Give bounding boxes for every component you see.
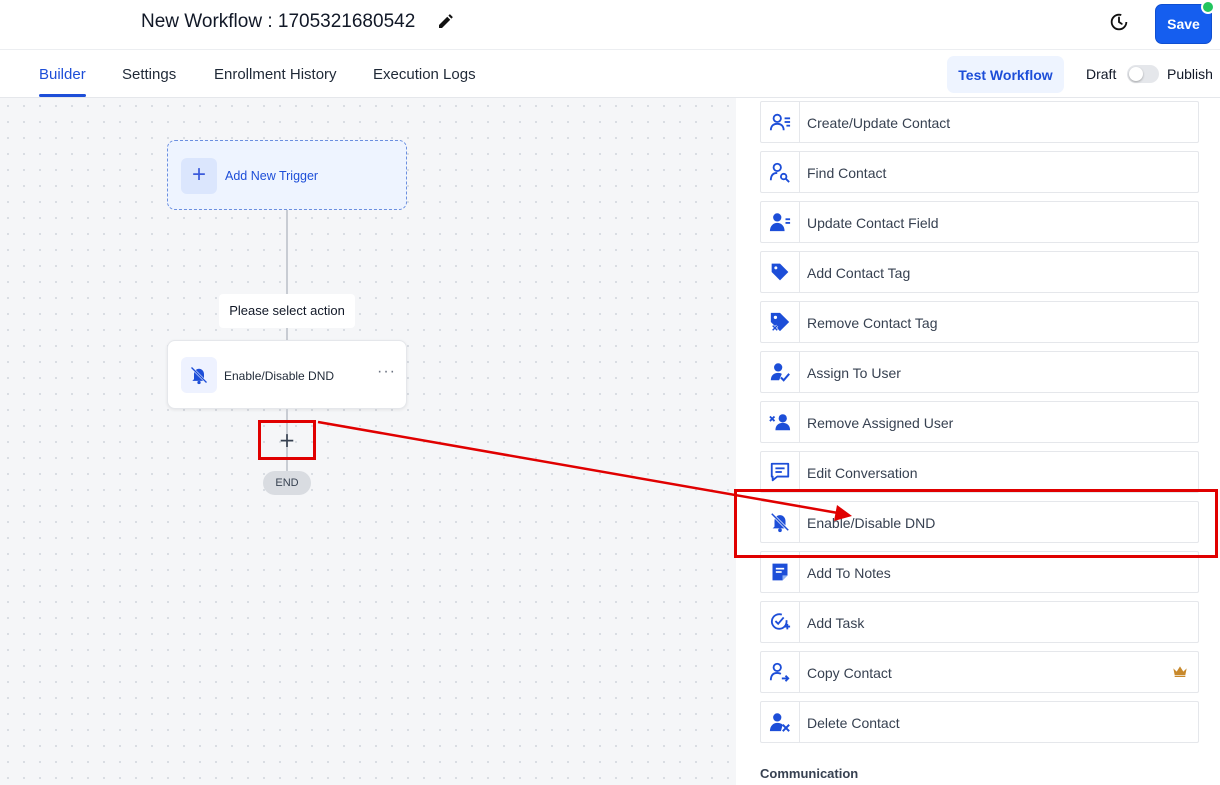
tab-execution-logs[interactable]: Execution Logs <box>373 66 476 83</box>
tab-enrollment-history[interactable]: Enrollment History <box>214 66 337 83</box>
copy-contact-icon <box>761 652 800 692</box>
action-item-label: Add Task <box>807 615 865 631</box>
action-item-copy-contact[interactable]: Copy Contact <box>760 651 1199 693</box>
header: New Workflow : 1705321680542 Save <box>0 0 1220 50</box>
bell-off-icon <box>181 357 217 393</box>
action-item-label: Add To Notes <box>807 565 891 581</box>
pencil-icon[interactable] <box>436 13 454 31</box>
action-item-label: Add Contact Tag <box>807 265 911 281</box>
crown-icon <box>1173 666 1187 677</box>
active-tab-indicator <box>39 94 86 97</box>
connector-line <box>286 328 288 340</box>
action-item-enable-disable-dnd[interactable]: Enable/Disable DND <box>760 501 1199 543</box>
action-item-assign-to-user[interactable]: Assign To User <box>760 351 1199 393</box>
add-action-button[interactable]: + <box>258 420 316 460</box>
workflow-title: New Workflow : 1705321680542 <box>141 11 416 32</box>
action-item-label: Copy Contact <box>807 665 892 681</box>
action-item-update-contact-field[interactable]: Update Contact Field <box>760 201 1199 243</box>
tag-icon <box>761 252 800 292</box>
action-item-find-contact[interactable]: Find Contact <box>760 151 1199 193</box>
history-icon[interactable] <box>1108 11 1130 33</box>
action-item-label: Assign To User <box>807 365 901 381</box>
add-trigger-label: Add New Trigger <box>225 169 319 183</box>
action-item-edit-conversation[interactable]: Edit Conversation <box>760 451 1199 493</box>
action-card-dnd[interactable]: Enable/Disable DND ··· <box>167 340 407 409</box>
contact-field-icon <box>761 202 800 242</box>
action-item-label: Create/Update Contact <box>807 115 951 131</box>
action-item-create-update-contact[interactable]: Create/Update Contact <box>760 101 1199 143</box>
bell-off-icon <box>761 502 800 542</box>
plus-icon: + <box>181 158 217 194</box>
action-item-label: Remove Contact Tag <box>807 315 938 331</box>
more-options-icon[interactable]: ··· <box>377 363 396 381</box>
action-item-add-contact-tag[interactable]: Add Contact Tag <box>760 251 1199 293</box>
action-item-label: Delete Contact <box>807 715 900 731</box>
task-icon <box>761 602 800 642</box>
action-item-remove-assigned-user[interactable]: Remove Assigned User <box>760 401 1199 443</box>
add-trigger-card[interactable]: + Add New Trigger <box>167 140 407 210</box>
draft-label: Draft <box>1086 66 1117 82</box>
tag-remove-icon <box>761 302 800 342</box>
action-item-label: Update Contact Field <box>807 215 939 231</box>
delete-contact-icon <box>761 702 800 742</box>
action-item-delete-contact[interactable]: Delete Contact <box>760 701 1199 743</box>
find-contact-icon <box>761 152 800 192</box>
test-workflow-button[interactable]: Test Workflow <box>947 56 1064 93</box>
action-item-add-to-notes[interactable]: Add To Notes <box>760 551 1199 593</box>
action-item-add-task[interactable]: Add Task <box>760 601 1199 643</box>
action-item-remove-contact-tag[interactable]: Remove Contact Tag <box>760 301 1199 343</box>
action-item-label: Remove Assigned User <box>807 415 954 431</box>
publish-toggle[interactable] <box>1127 65 1159 83</box>
assign-user-icon <box>761 352 800 392</box>
action-item-label: Find Contact <box>807 165 887 181</box>
action-item-label: Edit Conversation <box>807 465 918 481</box>
toggle-knob <box>1129 67 1143 81</box>
action-label: Enable/Disable DND <box>224 369 335 383</box>
tab-builder[interactable]: Builder <box>39 66 86 83</box>
actions-panel: Create/Update Contact Find Contact Updat… <box>736 98 1220 785</box>
note-icon <box>761 552 800 592</box>
tab-settings[interactable]: Settings <box>122 66 176 83</box>
select-action-label: Please select action <box>219 294 355 328</box>
action-item-label: Enable/Disable DND <box>807 515 936 531</box>
publish-label: Publish <box>1167 66 1213 82</box>
workflow-canvas[interactable]: + Add New Trigger Please select action E… <box>0 98 736 785</box>
conversation-icon <box>761 452 800 492</box>
section-title-communication: Communication <box>760 766 859 781</box>
end-node: END <box>263 471 311 495</box>
tab-bar: Builder Settings Enrollment History Exec… <box>0 50 1220 98</box>
connector-line <box>286 210 288 294</box>
status-dot <box>1201 0 1215 14</box>
remove-user-icon <box>761 402 800 442</box>
contact-edit-icon <box>761 102 800 142</box>
